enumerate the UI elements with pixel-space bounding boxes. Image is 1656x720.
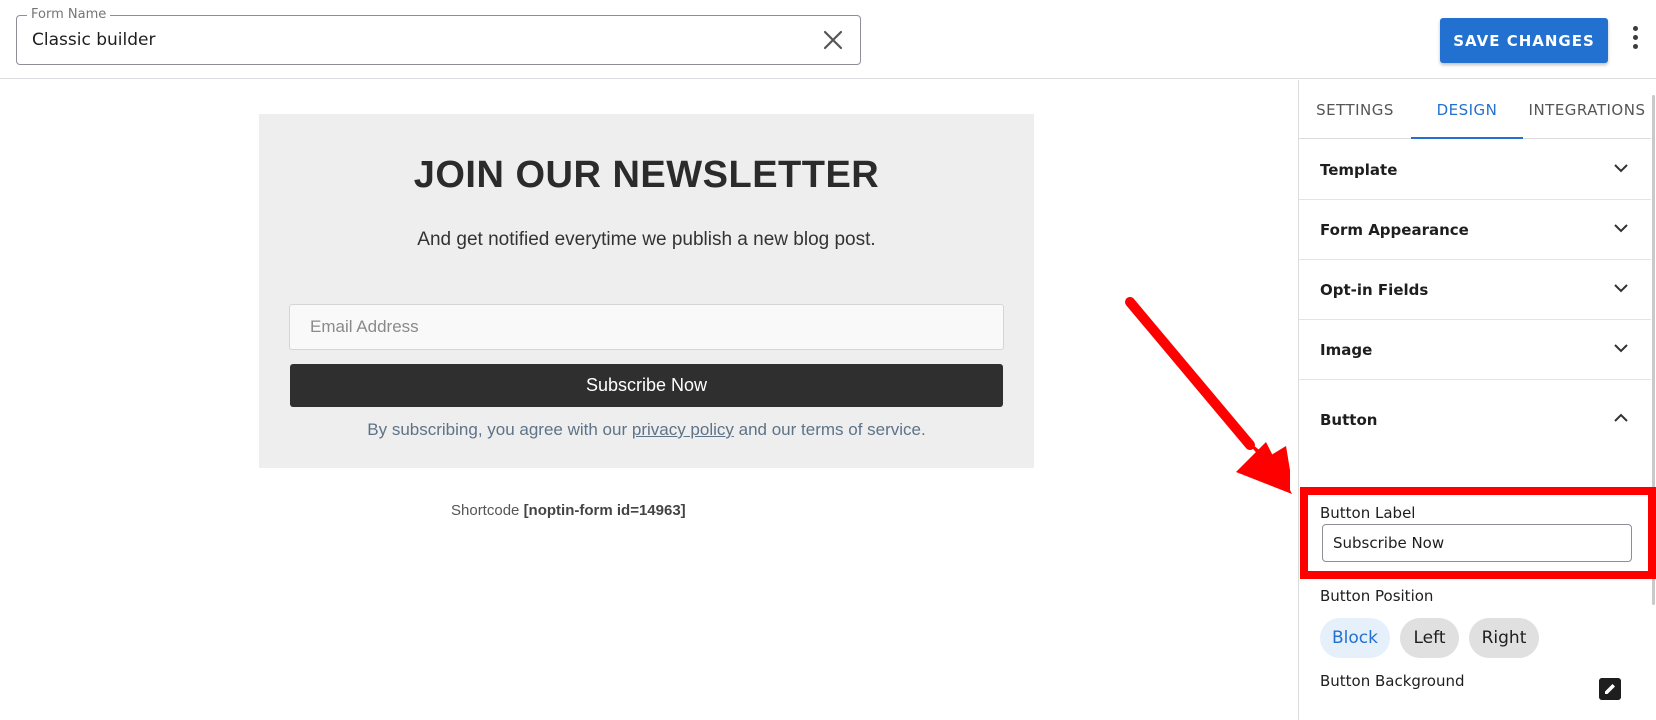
position-right-button[interactable]: Right	[1469, 618, 1539, 658]
chevron-down-icon	[1614, 284, 1628, 293]
email-address-input[interactable]	[289, 304, 1004, 350]
button-background-label: Button Background	[1320, 672, 1465, 690]
chevron-down-icon	[1614, 344, 1628, 353]
more-vertical-icon[interactable]	[1630, 26, 1640, 52]
chevron-down-icon	[1614, 224, 1628, 233]
panel-form-appearance[interactable]: Form Appearance	[1299, 200, 1651, 260]
tab-design[interactable]: DESIGN	[1411, 80, 1523, 139]
panel-template[interactable]: Template	[1299, 140, 1651, 200]
button-position-label: Button Position	[1320, 587, 1434, 605]
chevron-down-icon	[1614, 164, 1628, 173]
tab-settings[interactable]: SETTINGS	[1299, 80, 1411, 139]
sidebar-tabs: SETTINGS DESIGN INTEGRATIONS	[1299, 80, 1651, 139]
pencil-icon[interactable]	[1599, 678, 1621, 700]
privacy-notice: By subscribing, you agree with our priva…	[259, 420, 1034, 440]
annotation-highlight-box	[1300, 487, 1656, 579]
close-icon[interactable]	[822, 29, 844, 51]
shortcode-label: Shortcode	[451, 502, 520, 519]
panel-button[interactable]: Button	[1299, 380, 1651, 460]
newsletter-form-preview: JOIN OUR NEWSLETTER And get notified eve…	[259, 114, 1034, 468]
shortcode-value: [noptin-form id=14963]	[523, 502, 686, 519]
privacy-prefix: By subscribing, you agree with our	[367, 420, 632, 439]
shortcode-text: Shortcode [noptin-form id=14963]	[451, 502, 686, 519]
design-sidebar: SETTINGS DESIGN INTEGRATIONS Template Fo…	[1298, 80, 1656, 720]
panel-opt-in-fields[interactable]: Opt-in Fields	[1299, 260, 1651, 320]
tab-integrations[interactable]: INTEGRATIONS	[1523, 80, 1651, 139]
form-name-label: Form Name	[27, 7, 111, 23]
position-block-button[interactable]: Block	[1320, 618, 1390, 658]
newsletter-title: JOIN OUR NEWSLETTER	[413, 154, 880, 196]
panel-title: Image	[1320, 341, 1373, 359]
panel-title: Button	[1320, 411, 1378, 429]
position-left-button[interactable]: Left	[1400, 618, 1459, 658]
chevron-up-icon	[1614, 413, 1628, 422]
form-name-input[interactable]: Classic builder	[32, 30, 155, 50]
save-changes-button[interactable]: SAVE CHANGES	[1440, 18, 1608, 63]
top-bar: Form Name Classic builder SAVE CHANGES	[0, 0, 1656, 79]
panel-image[interactable]: Image	[1299, 320, 1651, 380]
panel-title: Form Appearance	[1320, 221, 1469, 239]
panel-title: Template	[1320, 161, 1398, 179]
form-name-field[interactable]: Form Name Classic builder	[16, 7, 861, 65]
newsletter-subtitle: And get notified everytime we publish a …	[417, 229, 876, 250]
panel-title: Opt-in Fields	[1320, 281, 1429, 299]
privacy-suffix: and our terms of service.	[733, 420, 926, 439]
subscribe-now-button[interactable]: Subscribe Now	[290, 364, 1003, 407]
privacy-policy-link[interactable]: privacy policy	[632, 420, 734, 439]
